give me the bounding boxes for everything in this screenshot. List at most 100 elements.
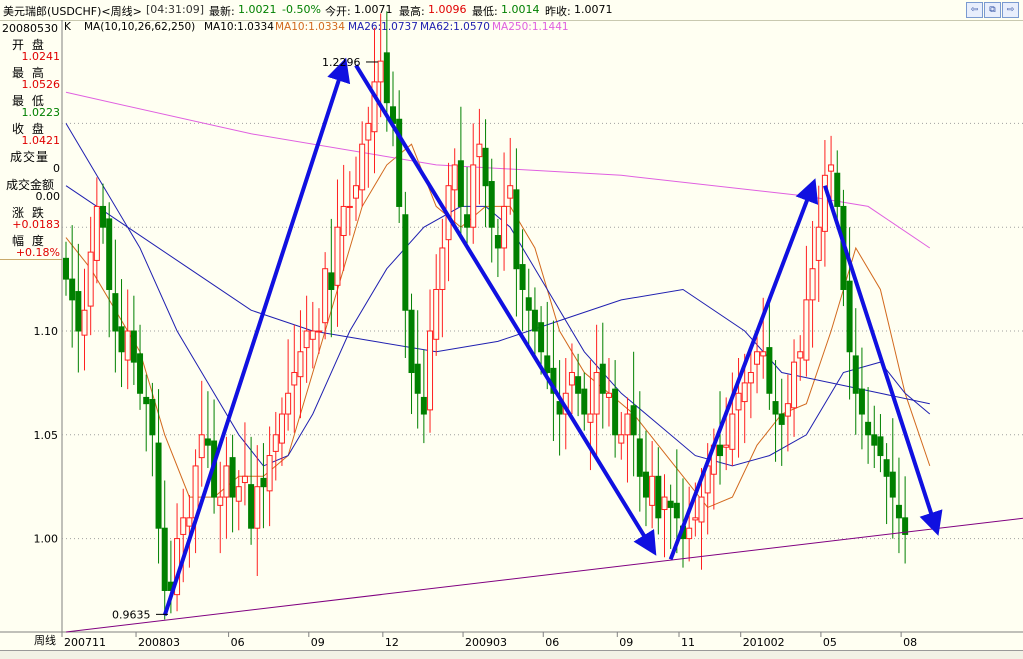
candle-body	[840, 205, 847, 290]
candle-body	[383, 52, 390, 104]
candle-body	[797, 351, 804, 359]
candle-body	[902, 517, 909, 535]
y-tick-label: 1.10	[34, 325, 59, 338]
candle-body	[482, 147, 489, 187]
candle-body	[865, 421, 872, 436]
latest-label: 最新:	[209, 5, 235, 18]
candle-body	[396, 118, 403, 207]
candle-body	[815, 226, 822, 261]
candle-body	[538, 322, 545, 353]
candle-body	[229, 457, 236, 498]
candle-body	[100, 205, 107, 228]
candle-body	[531, 309, 538, 332]
x-axis-label: 周线	[34, 633, 56, 647]
high-label: 最高:	[399, 5, 425, 18]
candle-body	[464, 214, 471, 228]
panel-divider	[0, 259, 62, 260]
change-pct: -0.50%	[282, 3, 321, 16]
candle-body	[828, 164, 835, 172]
x-tick-label: 05	[823, 636, 837, 649]
candle-body	[390, 106, 397, 124]
candle-body	[408, 309, 415, 374]
candle-body	[649, 475, 656, 506]
candle-body	[359, 143, 366, 191]
candle-body	[371, 81, 378, 133]
candle-body	[568, 372, 575, 386]
candle-body	[593, 372, 600, 415]
candle-body	[334, 226, 341, 286]
candle-body	[476, 143, 483, 158]
candle-body	[791, 361, 798, 409]
candle-body	[451, 164, 458, 191]
y-tick-label: 1.05	[34, 429, 59, 442]
forward-icon[interactable]: ⇨	[1002, 2, 1019, 18]
low-value: 1.0014	[501, 3, 540, 16]
candle-body	[544, 355, 551, 374]
candle-body	[587, 413, 594, 423]
candle-body	[248, 484, 255, 529]
y-tick-label: 1.00	[34, 533, 59, 546]
candle-body	[315, 330, 322, 333]
candle-body	[556, 401, 563, 415]
candle-body	[519, 264, 526, 290]
candle-body	[198, 434, 205, 459]
ma26-readout: MA26:1.0737	[348, 21, 418, 33]
ma10-line	[65, 143, 931, 509]
change-field-value: +0.0183	[12, 218, 60, 231]
trend-arrow	[823, 185, 943, 536]
candle-body	[661, 496, 668, 511]
candle-body	[309, 330, 316, 340]
volume-field-label: 成交量	[10, 150, 50, 164]
candle-body	[167, 581, 174, 591]
candle-body	[217, 496, 224, 506]
candle-body	[272, 434, 279, 452]
low-field-value: 1.0223	[21, 106, 61, 119]
low-label: 最低:	[472, 5, 498, 18]
x-tick-label: 200803	[138, 636, 180, 649]
candle-body	[297, 351, 304, 378]
candle-body	[642, 471, 649, 498]
candle-body	[106, 218, 113, 290]
candle-body	[291, 372, 298, 386]
trend-arrow	[162, 57, 351, 617]
candle-body	[377, 60, 384, 83]
candle-body	[889, 471, 896, 498]
trend-arrow	[354, 64, 657, 556]
restore-icon[interactable]: ⧉	[984, 2, 1001, 18]
back-icon[interactable]: ⇦	[966, 2, 983, 18]
candle-body	[494, 235, 501, 249]
candle-body	[346, 205, 353, 208]
candle-body	[692, 517, 699, 521]
candle-body	[192, 465, 199, 519]
candle-body	[834, 172, 841, 207]
candle-body	[871, 434, 878, 446]
candle-body	[433, 288, 440, 340]
candle-body	[883, 459, 890, 477]
open-field-value: 1.0241	[21, 50, 61, 63]
candle-body	[340, 205, 347, 237]
prev-close-value: 1.0071	[574, 3, 613, 16]
candle-body	[667, 500, 674, 508]
candle-body	[747, 372, 754, 384]
candle-body	[821, 174, 828, 232]
candle-body	[858, 388, 865, 415]
candle-body	[673, 502, 680, 519]
candle-body	[161, 527, 168, 591]
candle-body	[69, 278, 76, 301]
candle-body	[149, 399, 156, 436]
candle-body	[143, 396, 150, 405]
candle-body	[599, 363, 606, 394]
x-tick-label: 201002	[743, 636, 785, 649]
candle-body	[525, 297, 532, 311]
candle-body	[741, 382, 748, 403]
x-tick-label: 06	[231, 636, 245, 649]
candle-body	[488, 181, 495, 228]
candle-body	[93, 205, 100, 261]
candle-body	[457, 160, 464, 207]
k-label: K	[64, 21, 71, 33]
ma62-readout: MA62:1.0570	[420, 21, 490, 33]
candle-body	[352, 185, 359, 199]
candle-body	[204, 438, 211, 446]
candle-body	[303, 330, 310, 349]
amount-field-value: 0.00	[35, 190, 61, 203]
